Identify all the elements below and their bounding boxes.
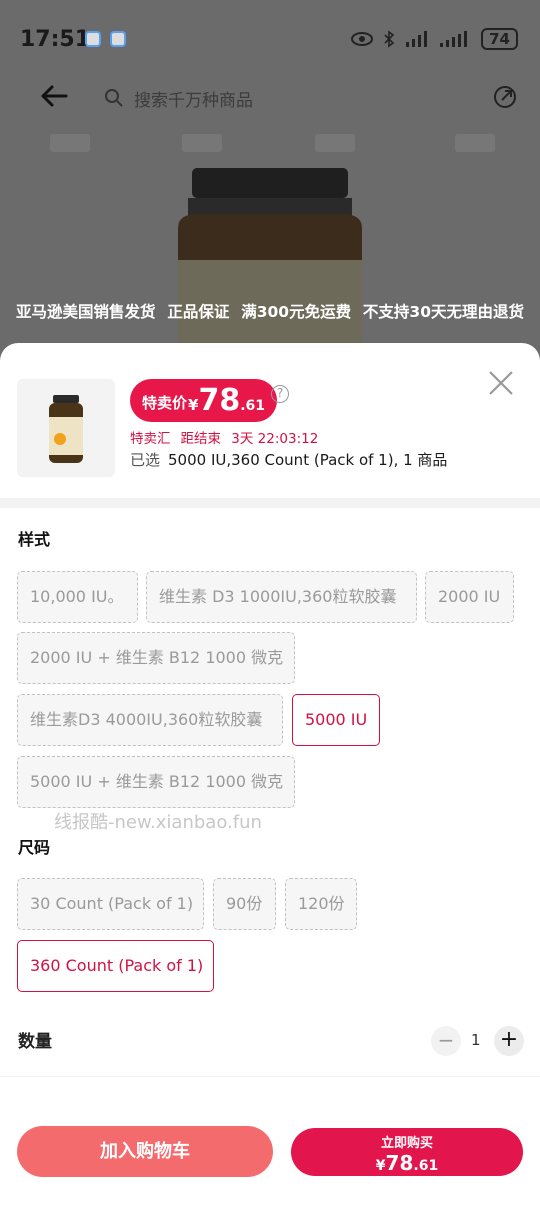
size-option-selected[interactable]: 360 Count (Pack of 1) <box>17 940 214 992</box>
divider <box>0 1076 540 1106</box>
tab-placeholder <box>455 134 495 152</box>
signal-2-icon <box>440 31 468 47</box>
style-option[interactable]: 2000 IU <box>425 571 514 623</box>
promo-item: 不支持30天无理由退货 <box>362 303 524 321</box>
price-decimal: .61 <box>240 398 266 414</box>
style-option[interactable]: 5000 IU + 维生素 B12 1000 微克 <box>17 756 295 808</box>
status-bar: 17:51 74 <box>0 0 540 80</box>
style-option[interactable]: 维生素 D3 1000IU,360粒软胶囊 <box>146 571 417 623</box>
background-product-page: 17:51 74 搜索千万种商品 亚马逊美国销售发货 正品保证 满300元免运费… <box>0 0 540 360</box>
product-bottle-image <box>178 168 362 360</box>
size-section-title: 尺码 <box>18 838 51 857</box>
selected-label: 已选 <box>130 451 161 469</box>
quantity-decrement-button[interactable]: − <box>431 1026 461 1056</box>
selected-value: 5000 IU,360 Count (Pack of 1), 1 商品 <box>168 451 448 469</box>
help-icon[interactable]: ? <box>271 385 289 403</box>
buy-now-price: ¥78.61 <box>291 1151 523 1175</box>
buy-price-integer: 78 <box>385 1151 414 1175</box>
buy-now-label: 立即购买 <box>380 1136 433 1151</box>
size-option[interactable]: 120份 <box>285 878 357 930</box>
promo-item: 满300元免运费 <box>241 303 352 321</box>
watermark: 线报酷-new.xianbao.fun <box>54 812 262 833</box>
back-arrow-icon[interactable] <box>36 78 72 114</box>
style-option[interactable]: 维生素D3 4000IU,360粒软胶囊 <box>17 694 283 746</box>
quantity-label: 数量 <box>18 1032 52 1052</box>
bluetooth-icon <box>384 30 395 48</box>
style-section-title: 样式 <box>18 530 51 549</box>
share-icon[interactable] <box>492 84 518 110</box>
tab-placeholder <box>315 134 355 152</box>
background-tabs <box>0 130 540 160</box>
promo-item: 亚马逊美国销售发货 <box>16 303 156 321</box>
selected-summary: 已选 5000 IU,360 Count (Pack of 1), 1 商品 <box>130 449 447 470</box>
close-icon[interactable] <box>488 370 514 396</box>
style-option[interactable]: 2000 IU + 维生素 B12 1000 微克 <box>17 632 295 684</box>
sale-price-badge: 特卖价 ¥ 78 .61 <box>130 379 278 422</box>
battery-indicator: 74 <box>481 28 518 50</box>
eye-icon <box>351 32 374 46</box>
sale-countdown: 特卖汇 距结束 3天 22:03:12 <box>130 427 318 447</box>
quantity-value[interactable]: 1 <box>471 1031 481 1049</box>
promo-item: 正品保证 <box>167 303 230 321</box>
tab-placeholder <box>50 134 90 152</box>
sale-name: 特卖汇 <box>130 431 171 447</box>
status-time: 17:51 <box>20 27 91 52</box>
quantity-increment-button[interactable]: + <box>494 1026 524 1056</box>
product-thumbnail <box>17 379 115 477</box>
price-label: 特卖价 <box>142 394 188 412</box>
buy-now-button[interactable]: 立即购买 ¥78.61 <box>291 1128 523 1176</box>
size-option[interactable]: 30 Count (Pack of 1) <box>17 878 204 930</box>
signal-icon <box>406 31 428 47</box>
price-integer: 78 <box>198 383 241 418</box>
divider <box>0 498 540 508</box>
buy-price-decimal: .61 <box>413 1158 439 1174</box>
sheet-header: 特卖价 ¥ 78 .61 ? 特卖汇 距结束 3天 22:03:12 已选 50… <box>0 343 540 498</box>
search-icon <box>105 89 123 107</box>
promo-strip: 亚马逊美国销售发货 正品保证 满300元免运费 不支持30天无理由退货 <box>0 300 540 330</box>
search-placeholder: 搜索千万种商品 <box>134 90 253 111</box>
buy-currency: ¥ <box>375 1158 386 1174</box>
countdown-value: 3天 22:03:12 <box>231 431 319 447</box>
size-option[interactable]: 90份 <box>213 878 276 930</box>
price-currency: ¥ <box>188 396 199 414</box>
top-bar: 搜索千万种商品 <box>0 70 540 126</box>
browser-notification-icon <box>110 31 126 47</box>
style-option[interactable]: 10,000 IU。 <box>17 571 138 623</box>
tab-placeholder <box>182 134 222 152</box>
search-bar[interactable]: 搜索千万种商品 <box>96 78 476 118</box>
countdown-label: 距结束 <box>180 431 222 447</box>
style-option-selected[interactable]: 5000 IU <box>292 694 380 746</box>
add-to-cart-button[interactable]: 加入购物车 <box>17 1126 273 1177</box>
app-notification-icon <box>85 31 101 47</box>
